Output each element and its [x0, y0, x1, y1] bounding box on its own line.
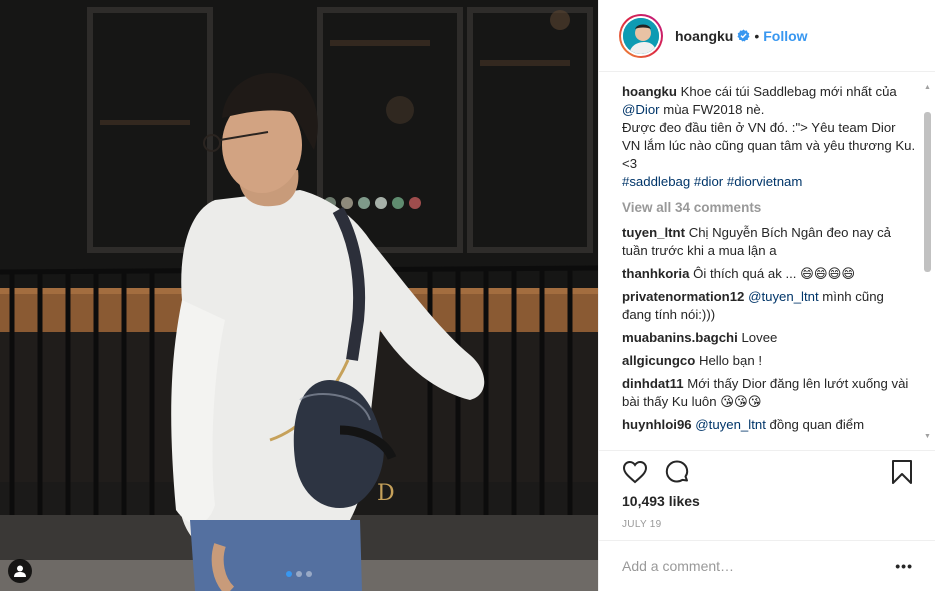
comment-username[interactable]: thanhkoria: [622, 266, 689, 281]
post-header: hoangku • Follow: [599, 0, 935, 72]
caption-text: mùa FW2018 nè.: [659, 102, 765, 117]
comment-text: Lovee: [741, 330, 778, 345]
comment-item: tuyen_ltnt Chị Nguyễn Bích Ngân đeo nay …: [622, 224, 916, 260]
view-all-comments-link[interactable]: View all 34 comments: [622, 199, 916, 217]
comments-list[interactable]: hoangku Khoe cái túi Saddlebag mới nhất …: [599, 73, 935, 449]
save-button[interactable]: [891, 459, 913, 490]
heart-icon: [622, 460, 648, 484]
header-username[interactable]: hoangku: [675, 28, 733, 44]
caption-text: Khoe cái túi Saddlebag mới nhất của: [680, 84, 897, 99]
likes-count[interactable]: 10,493 likes: [622, 493, 913, 509]
comment-icon: [665, 460, 689, 483]
add-comment-bar: Add a comment… •••: [599, 540, 935, 591]
more-options-button[interactable]: •••: [895, 558, 913, 574]
user-tag-icon: [14, 565, 26, 577]
comment-username[interactable]: tuyen_ltnt: [622, 225, 685, 240]
verified-badge-icon: [737, 29, 750, 42]
comment-item: huynhloi96 @tuyen_ltnt đồng quan điểm: [622, 416, 916, 434]
comment-username[interactable]: huynhloi96: [622, 417, 692, 432]
comment-username[interactable]: muabanins.bagchi: [622, 330, 738, 345]
avatar-image: [623, 17, 659, 54]
comment-username[interactable]: allgicungco: [622, 353, 695, 368]
carousel-dot[interactable]: [296, 571, 302, 577]
follow-button[interactable]: Follow: [763, 28, 807, 44]
caption-mention[interactable]: @Dior: [622, 102, 660, 117]
post-side-panel: hoangku • Follow hoangku Khoe cái túi Sa…: [598, 0, 935, 591]
carousel-indicator: [286, 571, 312, 577]
header-separator: •: [754, 27, 760, 44]
comment-username[interactable]: privatenormation12: [622, 289, 744, 304]
comment-button[interactable]: [664, 459, 690, 485]
caption-text: Được đeo đầu tiên ở VN đó. :"> Yêu team …: [622, 120, 916, 171]
caption-username[interactable]: hoangku: [622, 84, 677, 99]
like-button[interactable]: [622, 460, 648, 484]
hashtag-link[interactable]: #dior: [694, 174, 723, 189]
bookmark-icon: [892, 460, 912, 484]
post-date[interactable]: JULY 19: [622, 519, 913, 530]
comment-item: muabanins.bagchi Lovee: [622, 329, 916, 347]
comment-username[interactable]: dinhdat11: [622, 376, 684, 391]
comment-item: dinhdat11 Mới thấy Dior đăng lên lướt xu…: [622, 375, 916, 411]
comment-text: Ôi thích quá ak ... 😄😄😄😄: [693, 266, 856, 281]
carousel-dot[interactable]: [306, 571, 312, 577]
comment-text: Hello bạn !: [698, 353, 762, 368]
post-actions: 10,493 likes JULY 19: [599, 450, 935, 530]
user-tag-button[interactable]: [8, 559, 32, 583]
comment-item: allgicungco Hello bạn !: [622, 352, 916, 370]
hashtag-link[interactable]: #saddlebag: [622, 174, 690, 189]
photo-image: D: [0, 0, 598, 591]
scrollbar-thumb[interactable]: [924, 112, 931, 272]
comment-item: thanhkoria Ôi thích quá ak ... 😄😄😄😄: [622, 265, 916, 283]
carousel-dot[interactable]: [286, 571, 292, 577]
avatar[interactable]: [619, 13, 663, 58]
comment-input[interactable]: Add a comment…: [622, 558, 895, 574]
comment-text: đồng quan điểm: [765, 417, 865, 432]
comment-mention[interactable]: @tuyen_ltnt: [748, 289, 819, 304]
post-photo[interactable]: D: [0, 0, 598, 591]
comments-scrollbar[interactable]: ▲ ▼: [923, 84, 932, 440]
comment-item: privatenormation12 @tuyen_ltnt mình cũng…: [622, 288, 916, 324]
comment-mention[interactable]: @tuyen_ltnt: [695, 417, 766, 432]
post-caption: hoangku Khoe cái túi Saddlebag mới nhất …: [622, 83, 916, 191]
svg-text:D: D: [377, 481, 395, 506]
hashtag-link[interactable]: #diorvietnam: [727, 174, 803, 189]
scroll-down-icon[interactable]: ▼: [923, 433, 932, 440]
scroll-up-icon[interactable]: ▲: [923, 84, 932, 91]
